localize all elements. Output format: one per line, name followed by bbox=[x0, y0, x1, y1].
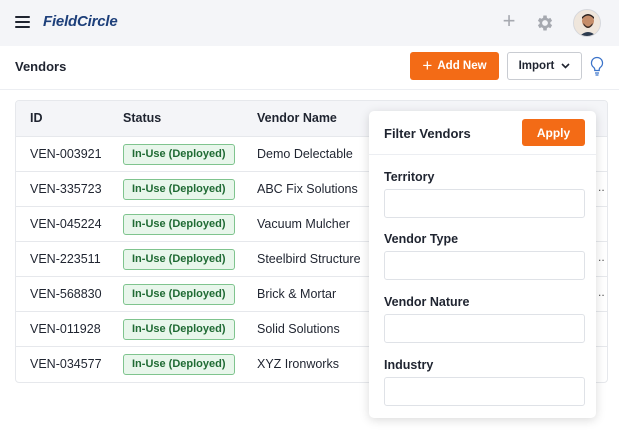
vendor-nature-label: Vendor Nature bbox=[384, 295, 470, 309]
lightbulb-icon[interactable] bbox=[589, 56, 605, 76]
app-logo[interactable]: FieldCircle bbox=[43, 13, 118, 30]
vendor-id[interactable]: VEN-045224 bbox=[30, 217, 102, 231]
status-badge: In-Use (Deployed) bbox=[123, 319, 235, 340]
territory-label: Territory bbox=[384, 170, 435, 184]
territory-field[interactable] bbox=[384, 189, 585, 218]
vendor-name[interactable]: Solid Solutions bbox=[257, 322, 340, 336]
page-header: Vendors + Add New Import bbox=[0, 46, 619, 90]
import-button[interactable]: Import bbox=[507, 52, 582, 80]
status-badge: In-Use (Deployed) bbox=[123, 354, 235, 375]
gear-icon[interactable] bbox=[535, 13, 555, 33]
vendor-id[interactable]: VEN-568830 bbox=[30, 287, 102, 301]
vendor-name[interactable]: ABC Fix Solutions bbox=[257, 182, 358, 196]
column-header-id[interactable]: ID bbox=[30, 111, 43, 125]
column-header-vendor-name[interactable]: Vendor Name bbox=[257, 111, 337, 125]
vendor-name[interactable]: XYZ Ironworks bbox=[257, 357, 339, 371]
filter-header: Filter Vendors Apply bbox=[369, 111, 596, 155]
page-title: Vendors bbox=[15, 59, 67, 74]
vendor-name[interactable]: Steelbird Structure bbox=[257, 252, 361, 266]
plus-icon: + bbox=[422, 56, 433, 75]
vendor-name[interactable]: Demo Delectable bbox=[257, 147, 353, 161]
status-badge: In-Use (Deployed) bbox=[123, 179, 235, 200]
vendor-nature-field[interactable] bbox=[384, 314, 585, 343]
add-new-label: Add New bbox=[437, 60, 487, 72]
vendor-name[interactable]: Vacuum Mulcher bbox=[257, 217, 350, 231]
vendor-id[interactable]: VEN-335723 bbox=[30, 182, 102, 196]
vendor-id[interactable]: VEN-011928 bbox=[30, 322, 101, 336]
column-header-status[interactable]: Status bbox=[123, 111, 161, 125]
more-icon[interactable]: .. bbox=[598, 180, 605, 194]
filter-title: Filter Vendors bbox=[384, 126, 471, 141]
status-badge: In-Use (Deployed) bbox=[123, 144, 235, 165]
vendor-id[interactable]: VEN-223511 bbox=[30, 252, 101, 266]
top-bar: FieldCircle + bbox=[0, 0, 619, 46]
plus-icon[interactable]: + bbox=[500, 10, 518, 32]
vendor-type-field[interactable] bbox=[384, 251, 585, 280]
avatar[interactable] bbox=[573, 9, 601, 37]
industry-field[interactable] bbox=[384, 377, 585, 406]
industry-label: Industry bbox=[384, 358, 434, 372]
import-label: Import bbox=[518, 60, 555, 72]
chevron-down-icon bbox=[561, 63, 570, 69]
vendor-name[interactable]: Brick & Mortar bbox=[257, 287, 336, 301]
more-icon[interactable]: .. bbox=[598, 250, 605, 264]
status-badge: In-Use (Deployed) bbox=[123, 249, 235, 270]
add-new-button[interactable]: + Add New bbox=[410, 52, 499, 80]
status-badge: In-Use (Deployed) bbox=[123, 214, 235, 235]
vendor-id[interactable]: VEN-003921 bbox=[30, 147, 102, 161]
vendor-id[interactable]: VEN-034577 bbox=[30, 357, 102, 371]
vendor-type-label: Vendor Type bbox=[384, 232, 459, 246]
filter-panel: Filter Vendors Apply Territory Vendor Ty… bbox=[369, 111, 596, 418]
hamburger-icon[interactable] bbox=[15, 16, 30, 28]
more-icon[interactable]: .. bbox=[598, 285, 605, 299]
status-badge: In-Use (Deployed) bbox=[123, 284, 235, 305]
apply-button[interactable]: Apply bbox=[522, 119, 585, 146]
